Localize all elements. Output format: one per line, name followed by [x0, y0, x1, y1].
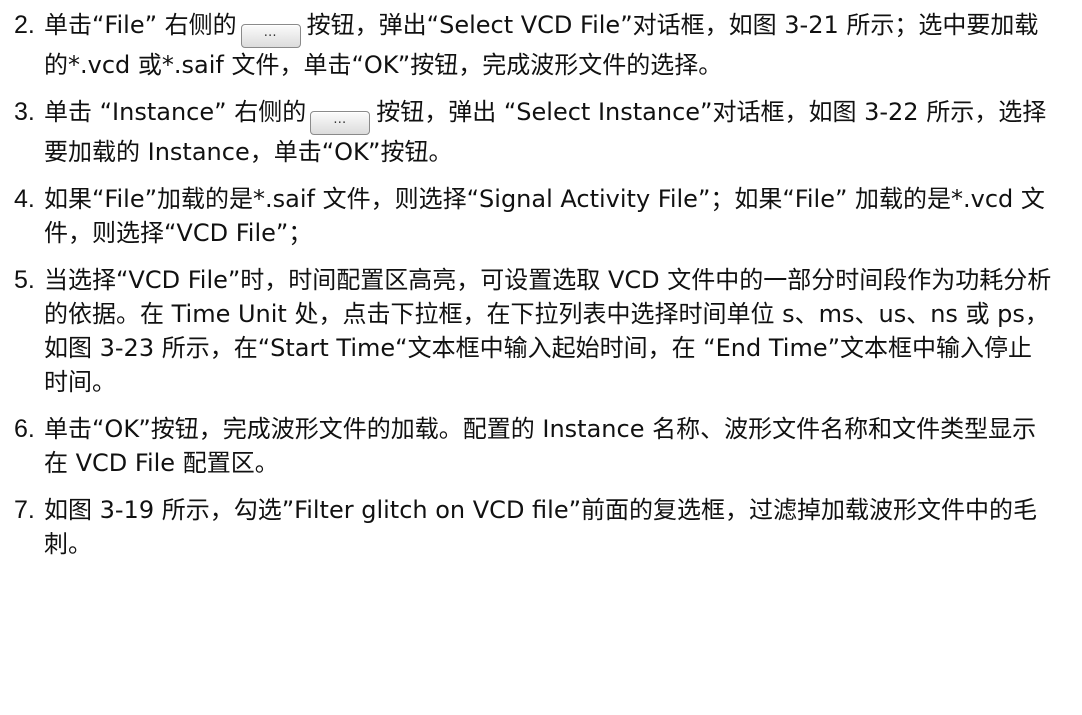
step-text-segment: 单击“OK”按钮，完成波形文件的加载。配置的 Instance 名称、波形文件名…	[44, 415, 1037, 477]
step-text-segment: 单击“File” 右侧的	[44, 11, 237, 39]
ellipsis-button-icon: …	[310, 111, 371, 135]
step-text-segment: 如图 3-19 所示，勾选”Filter glitch on VCD file”…	[44, 496, 1038, 558]
step-item: 7. 如图 3-19 所示，勾选”Filter glitch on VCD fil…	[14, 493, 1058, 561]
step-number: 2.	[14, 11, 35, 39]
step-text: 如图 3-19 所示，勾选”Filter glitch on VCD file”…	[44, 493, 1054, 561]
step-text: 单击“File” 右侧的… 按钮，弹出“Select VCD File”对话框，如…	[44, 8, 1054, 82]
step-number: 4.	[14, 185, 35, 213]
step-item: 2. 单击“File” 右侧的… 按钮，弹出“Select VCD File”对话框…	[14, 8, 1058, 82]
step-text-segment: 单击 “Instance” 右侧的	[44, 98, 307, 126]
step-text: 当选择“VCD File”时，时间配置区高亮，可设置选取 VCD 文件中的一部分…	[44, 263, 1054, 399]
step-item: 4. 如果“File”加载的是*.saif 文件，则选择“Signal Activ…	[14, 182, 1058, 250]
step-number: 6.	[14, 415, 35, 443]
ellipsis-button-icon: …	[240, 24, 301, 48]
step-text: 如果“File”加载的是*.saif 文件，则选择“Signal Activit…	[44, 182, 1054, 250]
step-item: 5. 当选择“VCD File”时，时间配置区高亮，可设置选取 VCD 文件中的一…	[14, 263, 1058, 399]
step-text-segment: 当选择“VCD File”时，时间配置区高亮，可设置选取 VCD 文件中的一部分…	[44, 266, 1052, 396]
step-text: 单击 “Instance” 右侧的… 按钮，弹出 “Select Instance…	[44, 95, 1054, 169]
step-text: 单击“OK”按钮，完成波形文件的加载。配置的 Instance 名称、波形文件名…	[44, 412, 1054, 480]
document-body: 2. 单击“File” 右侧的… 按钮，弹出“Select VCD File”对话框…	[0, 0, 1082, 561]
step-item: 3. 单击 “Instance” 右侧的… 按钮，弹出 “Select Instan…	[14, 95, 1058, 169]
step-number: 3.	[14, 98, 35, 126]
step-number: 7.	[14, 496, 35, 524]
step-item: 6. 单击“OK”按钮，完成波形文件的加载。配置的 Instance 名称、波形文…	[14, 412, 1058, 480]
step-number: 5.	[14, 266, 35, 294]
step-text-segment: 如果“File”加载的是*.saif 文件，则选择“Signal Activit…	[44, 185, 1045, 247]
